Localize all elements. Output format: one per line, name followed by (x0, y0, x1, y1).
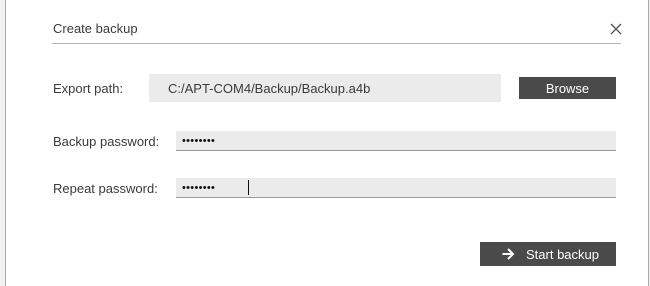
start-backup-label: Start backup (526, 246, 599, 262)
export-path-field: C:/APT-COM4/Backup/Backup.a4b (149, 74, 501, 102)
start-backup-button[interactable]: Start backup (480, 242, 616, 266)
export-path-value: C:/APT-COM4/Backup/Backup.a4b (168, 81, 371, 96)
repeat-password-input[interactable]: •••••••• (176, 178, 616, 198)
close-icon (610, 23, 622, 35)
backup-password-input[interactable]: •••••••• (176, 131, 616, 151)
title-divider (52, 43, 621, 44)
repeat-password-mask: •••••••• (182, 182, 216, 194)
repeat-password-label: Repeat password: (53, 181, 158, 196)
arrow-right-icon (502, 248, 515, 260)
backup-password-label: Backup password: (53, 134, 160, 149)
dialog-title: Create backup (53, 21, 138, 36)
browse-button[interactable]: Browse (519, 77, 616, 99)
text-caret (248, 180, 249, 195)
export-path-label: Export path: (53, 81, 124, 96)
create-backup-dialog: Create backup Export path: C:/APT-COM4/B… (5, 0, 649, 286)
backup-password-mask: •••••••• (182, 135, 216, 147)
close-button[interactable] (607, 20, 625, 38)
